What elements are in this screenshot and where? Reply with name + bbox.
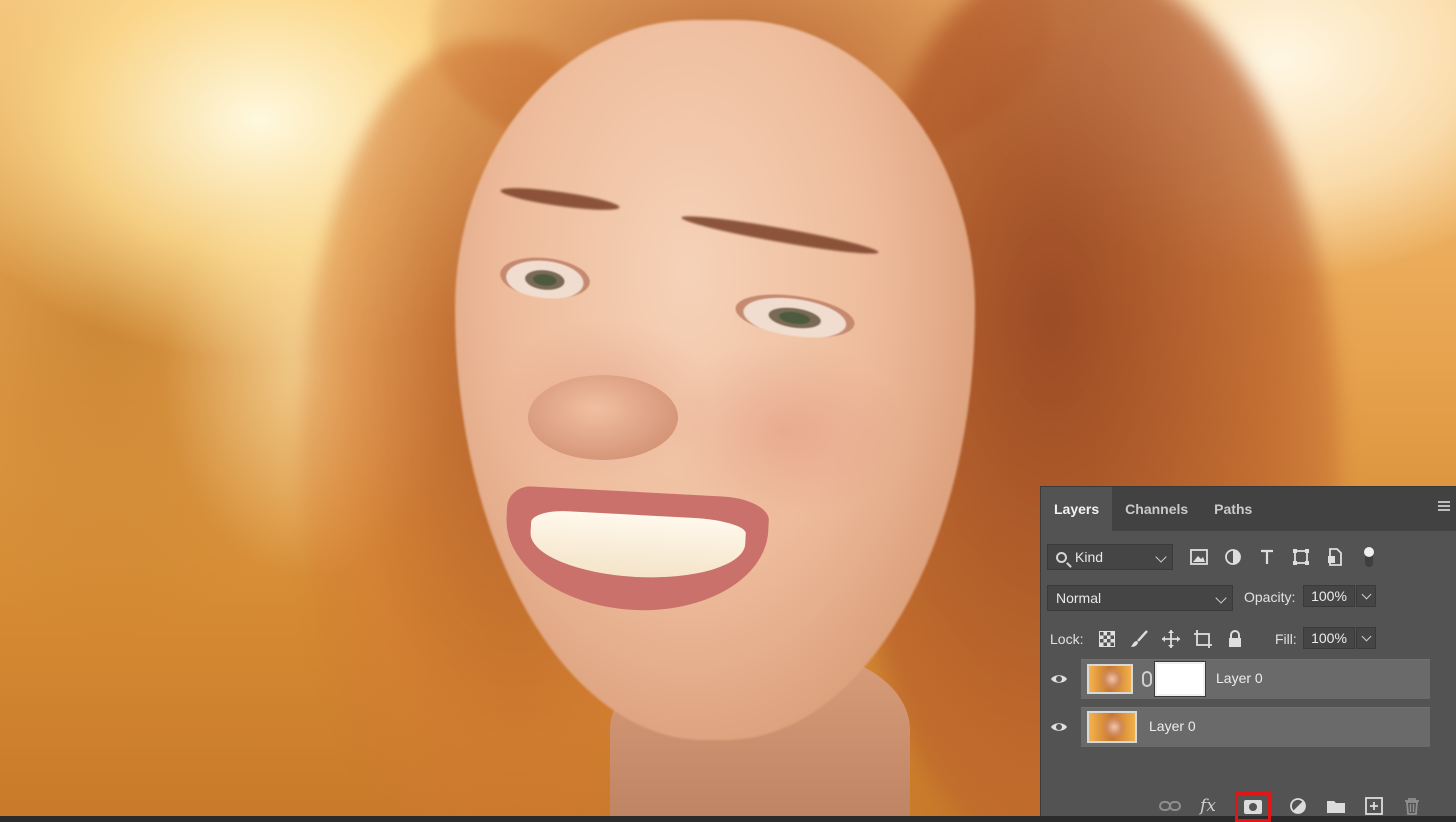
lock-transparent-icon[interactable]	[1097, 629, 1117, 649]
layer-name[interactable]: Layer 0	[1216, 670, 1263, 686]
fill-input[interactable]: 100%	[1303, 627, 1355, 649]
new-layer-icon[interactable]	[1363, 795, 1385, 817]
tab-layers[interactable]: Layers	[1041, 487, 1113, 531]
add-mask-icon[interactable]	[1235, 792, 1271, 822]
fill-label: Fill:	[1275, 631, 1297, 647]
panel-menu-icon[interactable]	[1438, 501, 1450, 513]
image-filter-icon[interactable]	[1189, 547, 1209, 567]
mask-glyph	[1244, 800, 1262, 814]
chevron-down-icon	[1155, 551, 1167, 563]
filter-kind-select[interactable]: Kind	[1047, 544, 1173, 570]
mask-link-icon[interactable]	[1142, 671, 1152, 687]
lock-position-icon[interactable]	[1161, 629, 1181, 649]
search-icon	[1056, 551, 1067, 563]
visibility-eye-icon[interactable]	[1050, 670, 1068, 688]
lock-artboard-icon[interactable]	[1193, 629, 1213, 649]
filter-toggle-icon[interactable]	[1359, 547, 1379, 567]
delete-icon[interactable]	[1401, 795, 1423, 817]
link-layers-icon[interactable]	[1159, 795, 1181, 817]
group-folder-icon[interactable]	[1325, 795, 1347, 817]
layer-mask-thumbnail[interactable]	[1154, 661, 1206, 697]
lock-image-icon[interactable]	[1129, 629, 1149, 649]
blend-mode-select[interactable]: Normal	[1047, 585, 1233, 611]
nose	[528, 375, 678, 460]
opacity-dropdown[interactable]	[1356, 585, 1376, 607]
smart-object-filter-icon[interactable]	[1325, 547, 1345, 567]
visibility-eye-icon[interactable]	[1050, 718, 1068, 736]
layers-panel: Layers Channels Paths Kind Normal Opacit…	[1040, 486, 1456, 822]
layer-thumbnail[interactable]	[1087, 664, 1133, 694]
adjustment-filter-icon[interactable]	[1223, 547, 1243, 567]
layer-row[interactable]: Layer 0	[1041, 705, 1456, 749]
tab-channels[interactable]: Channels	[1112, 487, 1201, 531]
chevron-down-icon	[1215, 592, 1227, 604]
layers-bottom-toolbar: fx	[1041, 786, 1456, 822]
lock-icons	[1097, 629, 1245, 649]
fx-icon[interactable]: fx	[1197, 795, 1219, 817]
blend-row: Normal Opacity: 100%	[1041, 583, 1456, 613]
lock-all-icon[interactable]	[1225, 629, 1245, 649]
tab-paths[interactable]: Paths	[1201, 487, 1265, 531]
opacity-input[interactable]: 100%	[1303, 585, 1355, 607]
filter-icons	[1189, 547, 1379, 567]
filter-kind-value: Kind	[1075, 549, 1104, 565]
lock-label: Lock:	[1050, 631, 1084, 647]
panel-tab-bar: Layers Channels Paths	[1041, 487, 1456, 531]
adjustment-layer-icon[interactable]	[1287, 795, 1309, 817]
layer-thumbnail[interactable]	[1087, 711, 1137, 743]
fill-dropdown[interactable]	[1356, 627, 1376, 649]
layer-name[interactable]: Layer 0	[1149, 718, 1196, 734]
lock-row: Lock: Fill: 100%	[1041, 625, 1456, 653]
bottom-toolbar-icons: fx	[1159, 790, 1423, 822]
type-filter-icon[interactable]	[1257, 547, 1277, 567]
layer-row-masked[interactable]: Layer 0	[1041, 657, 1456, 701]
shape-filter-icon[interactable]	[1291, 547, 1311, 567]
filter-row: Kind	[1041, 541, 1456, 573]
blend-mode-value: Normal	[1056, 590, 1102, 606]
opacity-label: Opacity:	[1244, 589, 1296, 605]
